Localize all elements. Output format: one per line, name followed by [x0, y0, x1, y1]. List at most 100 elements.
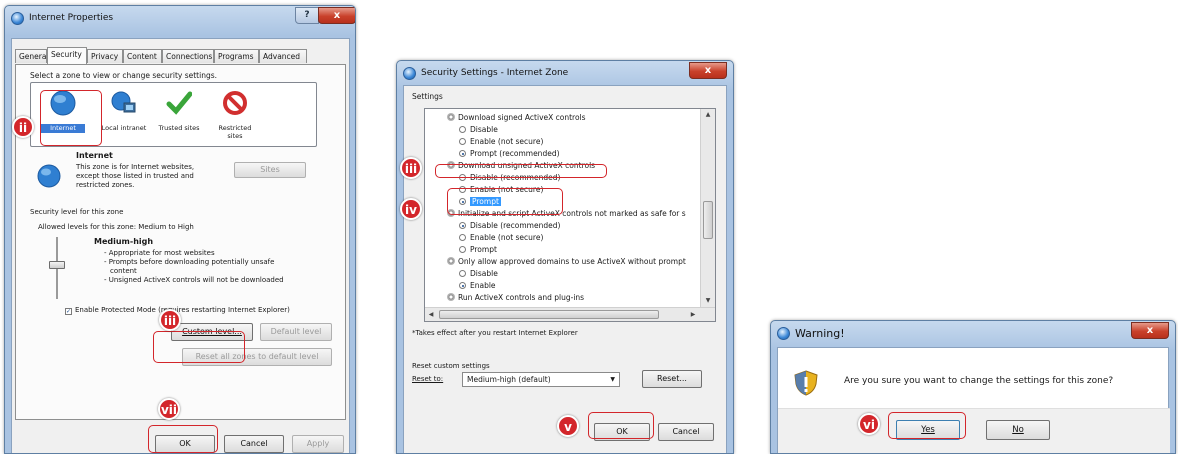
setting-label: Download signed ActiveX controls	[458, 113, 586, 122]
scroll-up-arrow[interactable]: ▲	[701, 109, 715, 121]
blocked-icon	[223, 91, 247, 115]
setting-option[interactable]: Disable (recommended)	[459, 220, 560, 231]
ie-icon	[403, 67, 416, 80]
no-button[interactable]: No	[986, 420, 1050, 440]
highlight-ok-button-second	[588, 412, 654, 439]
title-bar[interactable]: Internet Properties ? x	[5, 6, 355, 32]
close-button[interactable]: x	[1131, 322, 1169, 339]
radio-selected-icon	[459, 282, 466, 289]
setting-label: Enable	[470, 281, 496, 290]
default-level-button[interactable]: Default level	[260, 323, 332, 341]
tab-privacy[interactable]: Privacy	[87, 49, 123, 63]
security-level-point-1: - Appropriate for most websites	[104, 249, 215, 257]
scroll-thumb[interactable]	[703, 201, 713, 239]
tab-security[interactable]: Security	[47, 47, 87, 64]
zone-description-line-2: except those listed in trusted and	[76, 172, 194, 180]
title-bar[interactable]: Security Settings - Internet Zone x	[397, 61, 733, 87]
dialog-body: Settings Download signed ActiveX control…	[403, 85, 727, 453]
globe-icon	[37, 164, 61, 188]
allowed-levels-text: Allowed levels for this zone: Medium to …	[38, 223, 194, 231]
radio-unselected-icon	[459, 126, 466, 133]
reset-button[interactable]: Reset...	[642, 370, 702, 388]
close-button[interactable]: x	[318, 7, 355, 24]
radio-unselected-icon	[459, 270, 466, 277]
setting-option[interactable]: Enable	[459, 280, 496, 291]
setting-label: Enable (not secure)	[470, 137, 544, 146]
zone-restricted-sites[interactable]: Restricted sites	[210, 87, 260, 145]
radio-unselected-icon	[459, 234, 466, 241]
settings-list[interactable]: Download signed ActiveX controls Disable E…	[424, 108, 716, 322]
setting-option[interactable]: Enable (not secure)	[459, 136, 543, 147]
security-level-heading: Security level for this zone	[30, 208, 124, 216]
zone-local-intranet[interactable]: Local intranet	[98, 87, 150, 139]
step-badge-iii-second: iii	[400, 157, 422, 179]
cancel-button[interactable]: Cancel	[224, 435, 284, 453]
step-badge-vi: vi	[858, 413, 880, 435]
reset-to-value: Medium-high (default)	[467, 375, 551, 384]
setting-label: Disable	[470, 269, 498, 278]
dialog-body: Are you sure you want to change the sett…	[777, 347, 1170, 453]
setting-label: Run ActiveX controls and plug-ins	[458, 293, 585, 302]
radio-selected-icon	[459, 150, 466, 157]
security-level-point-2: - Prompts before downloading potentially…	[104, 258, 275, 266]
tab-general[interactable]: General	[15, 49, 49, 63]
title-bar[interactable]: Warning! x	[771, 321, 1175, 347]
tab-programs[interactable]: Programs	[214, 49, 259, 63]
tab-strip: General Security Privacy Content Connect…	[15, 47, 347, 65]
tab-content[interactable]: Content	[123, 49, 162, 63]
tab-advanced[interactable]: Advanced	[259, 49, 307, 63]
button-area	[778, 408, 1170, 453]
dialog-title: Security Settings - Internet Zone	[421, 68, 569, 78]
setting-option[interactable]: Disable	[459, 268, 498, 279]
step-badge-ii: ii	[12, 116, 34, 138]
setting-label: Prompt (recommended)	[470, 149, 560, 158]
dialog-title: Internet Properties	[29, 13, 114, 23]
zone-description-line-1: This zone is for Internet websites,	[76, 163, 195, 171]
zone-trusted-sites-label: Trusted sites	[158, 124, 200, 132]
ie-icon	[777, 327, 790, 340]
settings-gear-icon	[447, 113, 455, 121]
help-button[interactable]: ?	[295, 7, 319, 24]
warning-dialog: Warning! x Are you sure you want to chan…	[770, 320, 1176, 454]
dialog-title: Warning!	[795, 327, 845, 340]
reset-to-dropdown[interactable]: Medium-high (default) ▼	[462, 372, 620, 387]
vertical-scrollbar[interactable]: ▲ ▼	[700, 109, 715, 307]
radio-unselected-icon	[459, 138, 466, 145]
ie-icon	[11, 12, 24, 25]
scroll-left-arrow[interactable]: ◀	[425, 308, 437, 321]
reset-custom-settings-label: Reset custom settings	[412, 362, 490, 370]
zone-local-intranet-label: Local intranet	[101, 124, 147, 132]
setting-option[interactable]: Prompt	[459, 244, 497, 255]
highlight-unsigned-activex	[435, 164, 607, 178]
scroll-h-thumb[interactable]	[439, 310, 659, 319]
apply-button[interactable]: Apply	[292, 435, 344, 453]
security-level-slider-thumb[interactable]	[49, 261, 65, 269]
setting-option[interactable]: Prompt (recommended)	[459, 148, 560, 159]
security-settings-dialog: Security Settings - Internet Zone x Sett…	[396, 60, 734, 454]
select-zone-text: Select a zone to view or change security…	[30, 71, 218, 80]
close-button[interactable]: x	[689, 62, 727, 79]
setting-option[interactable]: Disable	[459, 124, 498, 135]
scroll-right-arrow[interactable]: ▶	[687, 308, 699, 321]
checkmark-icon	[166, 91, 192, 115]
settings-gear-icon	[447, 293, 455, 301]
warning-shield-icon	[794, 370, 818, 396]
setting-option[interactable]: Enable (not secure)	[459, 232, 543, 243]
zone-trusted-sites[interactable]: Trusted sites	[154, 87, 204, 139]
horizontal-scrollbar[interactable]: ◀ ▶	[425, 307, 715, 321]
setting-label: Disable (recommended)	[470, 221, 561, 230]
security-level-point-4: - Unsigned ActiveX controls will not be …	[104, 276, 284, 284]
protected-mode-label: Enable Protected Mode (requires restarti…	[75, 306, 290, 314]
highlight-prompt-option	[447, 188, 563, 215]
highlight-custom-level	[153, 331, 245, 363]
setting-group[interactable]: Run ActiveX controls and plug-ins	[447, 292, 584, 303]
sites-button[interactable]: Sites	[234, 162, 306, 178]
step-badge-v: v	[557, 415, 579, 437]
cancel-button[interactable]: Cancel	[658, 423, 714, 441]
scroll-down-arrow[interactable]: ▼	[701, 295, 715, 307]
setting-group[interactable]: Only allow approved domains to use Activ…	[447, 256, 686, 267]
setting-label: Disable	[470, 125, 498, 134]
setting-group[interactable]: Download signed ActiveX controls	[447, 112, 586, 123]
security-level-point-3: content	[110, 267, 137, 275]
tab-connections[interactable]: Connections	[162, 49, 214, 63]
